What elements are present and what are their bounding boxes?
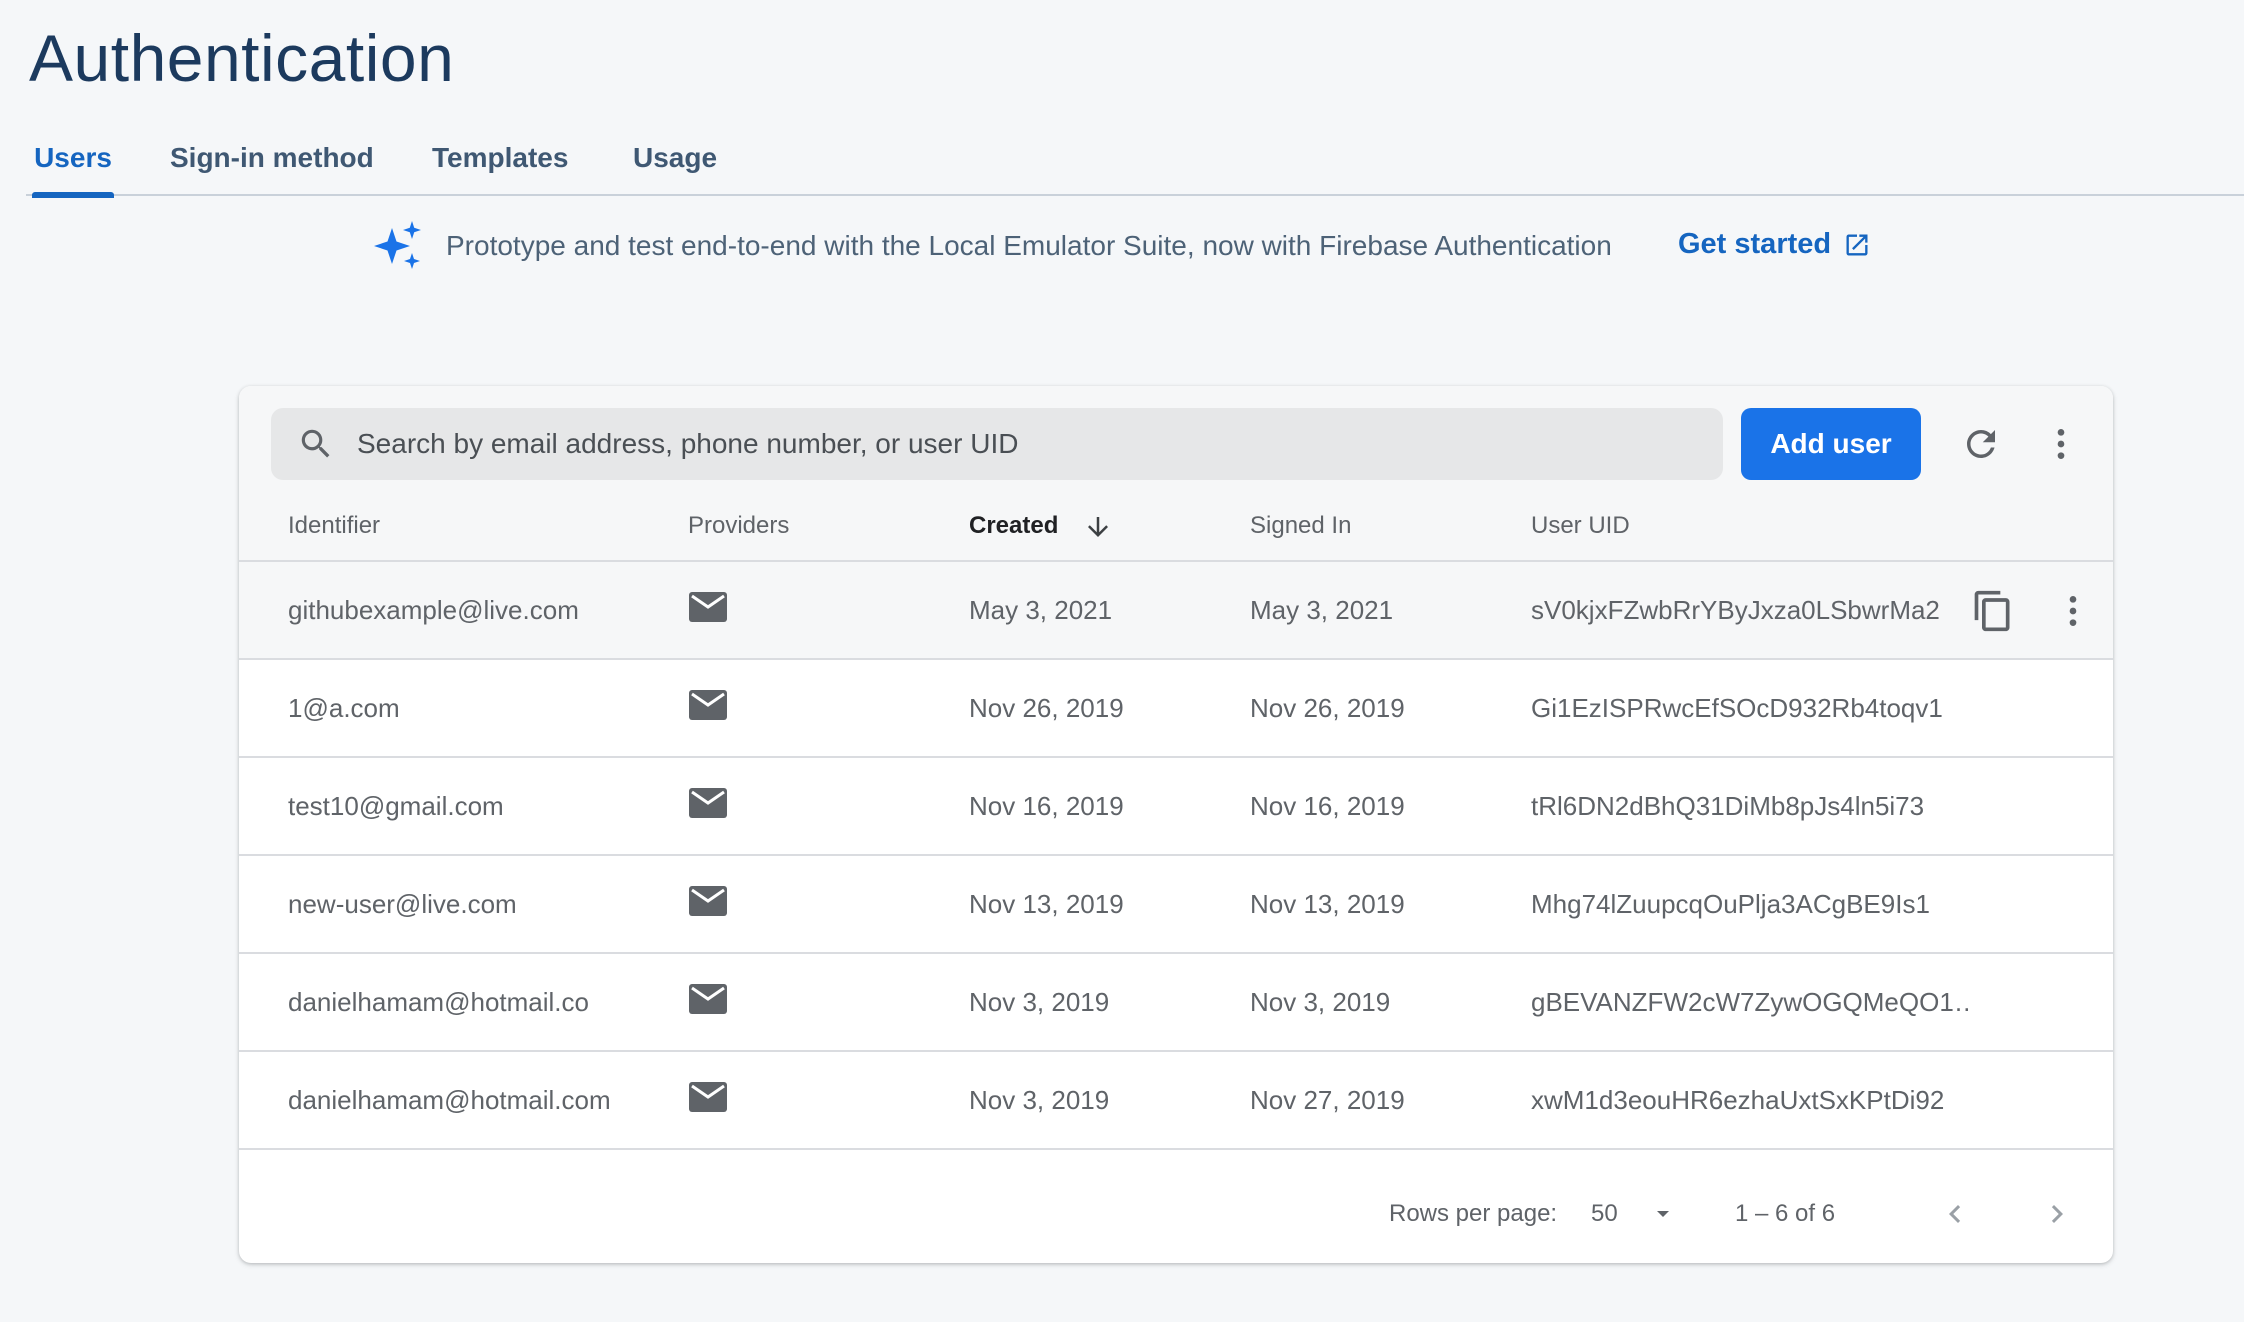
- cell-user-uid: gBEVANZFW2cW7ZywOGQMeQO1…: [1531, 987, 1971, 1017]
- cell-created: Nov 3, 2019: [969, 1085, 1110, 1115]
- get-started-label: Get started: [1678, 228, 1832, 260]
- search-icon: [301, 429, 330, 458]
- cell-user-uid: sV0kjxFZwbRrYByJxza0LSbwrMa2: [1531, 595, 1940, 625]
- cell-signed-in: Nov 27, 2019: [1250, 1085, 1405, 1115]
- column-header-user-uid: User UID: [1531, 512, 1630, 539]
- cell-user-uid: tRl6DN2dBhQ31DiMb8pJs4ln5i73: [1531, 791, 1925, 821]
- row-more-button[interactable]: [2045, 583, 2101, 639]
- cell-user-uid: xwM1d3eouHR6ezhaUxtSxKPtDi92: [1531, 1085, 1945, 1115]
- rows-per-page-value: 50: [1591, 1200, 1618, 1227]
- cell-user-uid: Mhg74lZuupcqOuPlja3ACgBE9Is1: [1531, 889, 1930, 919]
- sparkle-icon: [374, 221, 421, 269]
- open-in-new-icon: [1846, 234, 1868, 255]
- cell-identifier: 1@a.com: [288, 693, 400, 723]
- page-title: Authentication: [29, 21, 455, 95]
- get-started-link[interactable]: Get started: [1678, 228, 1871, 261]
- cell-signed-in: Nov 16, 2019: [1250, 791, 1405, 821]
- tab-templates[interactable]: Templates: [432, 140, 568, 196]
- more-vert-icon: [2057, 429, 2065, 459]
- next-page-button[interactable]: [2029, 1186, 2085, 1242]
- more-vert-icon: [2069, 596, 2077, 626]
- search-input[interactable]: [357, 428, 1657, 460]
- column-header-identifier: Identifier: [288, 512, 381, 539]
- table-row[interactable]: githubexample@live.com May 3, 2021 May 3…: [239, 562, 2113, 660]
- emulator-banner: Prototype and test end-to-end with the L…: [372, 218, 1868, 274]
- cell-created: Nov 13, 2019: [969, 889, 1124, 919]
- cell-signed-in: Nov 13, 2019: [1250, 889, 1405, 919]
- rows-per-page-select[interactable]: 50: [1591, 1194, 1695, 1234]
- previous-page-button[interactable]: [1927, 1186, 1983, 1242]
- search-bar[interactable]: [271, 408, 1723, 480]
- table-row[interactable]: new-user@live.com Nov 13, 2019 Nov 13, 2…: [239, 856, 2113, 954]
- cell-signed-in: May 3, 2021: [1250, 595, 1394, 625]
- email-icon: [689, 886, 727, 916]
- email-icon: [689, 690, 727, 720]
- cell-signed-in: Nov 3, 2019: [1250, 987, 1391, 1017]
- email-icon: [689, 984, 727, 1014]
- chevron-left-icon: [1949, 1205, 1961, 1223]
- cell-identifier: new-user@live.com: [288, 889, 517, 919]
- refresh-button[interactable]: [1953, 416, 2009, 472]
- table-more-button[interactable]: [2033, 416, 2089, 472]
- tab-usage[interactable]: Usage: [633, 140, 717, 196]
- cell-identifier: danielhamam@hotmail.co: [288, 987, 589, 1017]
- email-icon: [689, 1082, 727, 1112]
- refresh-icon: [1967, 430, 1995, 458]
- table-row[interactable]: danielhamam@hotmail.com Nov 3, 2019 Nov …: [239, 1052, 2113, 1150]
- cell-user-uid: Gi1EzISPRwcEfSOcD932Rb4toqv1: [1531, 693, 1943, 723]
- chevron-right-icon: [2051, 1205, 2063, 1223]
- cell-identifier: danielhamam@hotmail.com: [288, 1085, 611, 1115]
- table-row[interactable]: danielhamam@hotmail.co Nov 3, 2019 Nov 3…: [239, 954, 2113, 1052]
- tab-bar: Users Sign-in method Templates Usage: [26, 130, 2244, 198]
- copy-uid-button[interactable]: [1965, 583, 2021, 639]
- copy-icon: [1974, 590, 2010, 632]
- dropdown-arrow-icon: [1657, 1211, 1669, 1217]
- users-table-card: Add user Identifier Providers Created Si…: [239, 386, 2113, 1263]
- cell-created: May 3, 2021: [969, 595, 1113, 625]
- column-header-signed-in: Signed In: [1250, 512, 1352, 539]
- table-header: Identifier Providers Created Signed In U…: [239, 506, 2113, 562]
- tab-users[interactable]: Users: [32, 140, 114, 198]
- cell-created: Nov 26, 2019: [969, 693, 1124, 723]
- tab-sign-in-method[interactable]: Sign-in method: [170, 140, 374, 196]
- cell-created: Nov 3, 2019: [969, 987, 1110, 1017]
- email-icon: [689, 592, 727, 622]
- add-user-button[interactable]: Add user: [1741, 408, 1921, 480]
- authentication-page: Authentication Users Sign-in method Temp…: [0, 0, 2244, 1322]
- cell-identifier: githubexample@live.com: [288, 595, 579, 625]
- pagination-range: 1 – 6 of 6: [1735, 1200, 1836, 1227]
- table-row[interactable]: 1@a.com Nov 26, 2019 Nov 26, 2019 Gi1EzI…: [239, 660, 2113, 758]
- email-icon: [689, 788, 727, 818]
- rows-per-page-label: Rows per page:: [1389, 1200, 1558, 1227]
- column-header-created-label: Created: [969, 512, 1059, 539]
- banner-text: Prototype and test end-to-end with the L…: [446, 230, 1612, 261]
- column-header-providers: Providers: [688, 512, 790, 539]
- arrow-down-icon: [1088, 516, 1109, 537]
- cell-identifier: test10@gmail.com: [288, 791, 504, 821]
- column-header-created[interactable]: Created: [969, 506, 1113, 546]
- table-row[interactable]: test10@gmail.com Nov 16, 2019 Nov 16, 20…: [239, 758, 2113, 856]
- cell-signed-in: Nov 26, 2019: [1250, 693, 1405, 723]
- cell-created: Nov 16, 2019: [969, 791, 1124, 821]
